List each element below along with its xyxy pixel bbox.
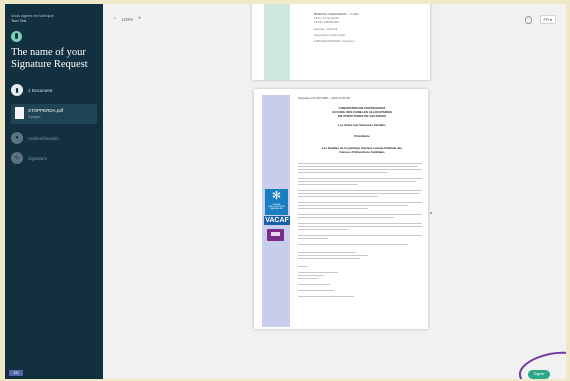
page-text-line: BENEFICE LA FERIA DEDUIT — C rodier: [314, 13, 359, 16]
document-page-1: BENEFICE LA FERIA DEDUIT — C rodier Inti…: [252, 4, 430, 80]
page-subtitle: Les Aides aux Vacances Familles: [338, 123, 386, 127]
partner-logo: [267, 229, 284, 241]
page-preamble: Préambule: [354, 134, 370, 138]
documents-step[interactable]: ▮ 1 Document: [11, 84, 52, 96]
language-select[interactable]: FR ▾: [539, 15, 556, 24]
zoom-out-button[interactable]: −: [113, 16, 117, 22]
zoom-in-button[interactable]: +: [138, 16, 142, 22]
language-badge[interactable]: EN: [9, 370, 23, 376]
signature-step[interactable]: ✎ Signature: [11, 152, 47, 164]
sidebar: Vous signez en tant que Tom Ted The name…: [5, 4, 103, 379]
request-title: The name of your Signature Request: [11, 47, 88, 70]
authentication-step[interactable]: ● Authentification: [11, 132, 59, 144]
document-page-2: Numération CAF 4897 9980 — Minormin PR 7…: [254, 89, 428, 329]
caf-logo-caption: CAISSE D'ALLOCATIONS FAMILIALES: [267, 204, 286, 210]
pdf-thumbnail-icon: [15, 107, 24, 119]
documents-step-label: 1 Document: [28, 87, 53, 93]
page-text-line: Intitulé : 10 rue Moufflet: [314, 17, 339, 20]
vacaf-logo: VACAF: [264, 216, 290, 225]
page-text-line: Responsable de Paris Fédéré: [314, 34, 346, 37]
page-text-line: Domiciles : SUR E FE: [314, 28, 338, 31]
page-section-title: Caisses d'Allocations familiales: [339, 150, 385, 154]
signer-avatar-icon: [11, 31, 22, 42]
page-header: Numération CAF 4897 9980 — Minormin PR 7…: [298, 97, 350, 100]
lightbulb-icon[interactable]: [524, 15, 532, 24]
document-step-icon: ▮: [11, 84, 23, 96]
page-text-line: NB DE L ORPHELINES: [314, 21, 340, 24]
snowflake-icon: ✻: [271, 190, 282, 202]
zoom-controls: − 100% +: [113, 16, 142, 22]
document-list-item[interactable]: STOPPERDA.pdf 3 pages: [11, 104, 97, 124]
toolbar-right: FR ▾: [524, 15, 556, 24]
zoom-level: 100%: [121, 16, 134, 22]
signer-name: Tom Ted: [11, 18, 27, 23]
sign-button[interactable]: Signer: [528, 370, 550, 379]
lock-icon: ●: [11, 132, 23, 144]
page-title-line: EN STRUCTURES DE VACANCES: [338, 114, 386, 118]
document-name: STOPPERDA.pdf: [28, 108, 64, 113]
signature-step-label: Signature: [28, 155, 48, 161]
page-nav-dot: [430, 212, 432, 214]
page-text-line: OUBLIANCE BASSINES - Frauzines 1: [314, 40, 356, 43]
pen-icon: ✎: [11, 152, 23, 164]
app-frame: Vous signez en tant que Tom Ted The name…: [5, 4, 566, 379]
caf-logo: ✻ CAISSE D'ALLOCATIONS FAMILIALES: [265, 189, 288, 215]
document-pages: 3 pages: [28, 115, 41, 119]
page-decor-band: [264, 4, 290, 80]
authentication-step-label: Authentification: [28, 135, 59, 141]
